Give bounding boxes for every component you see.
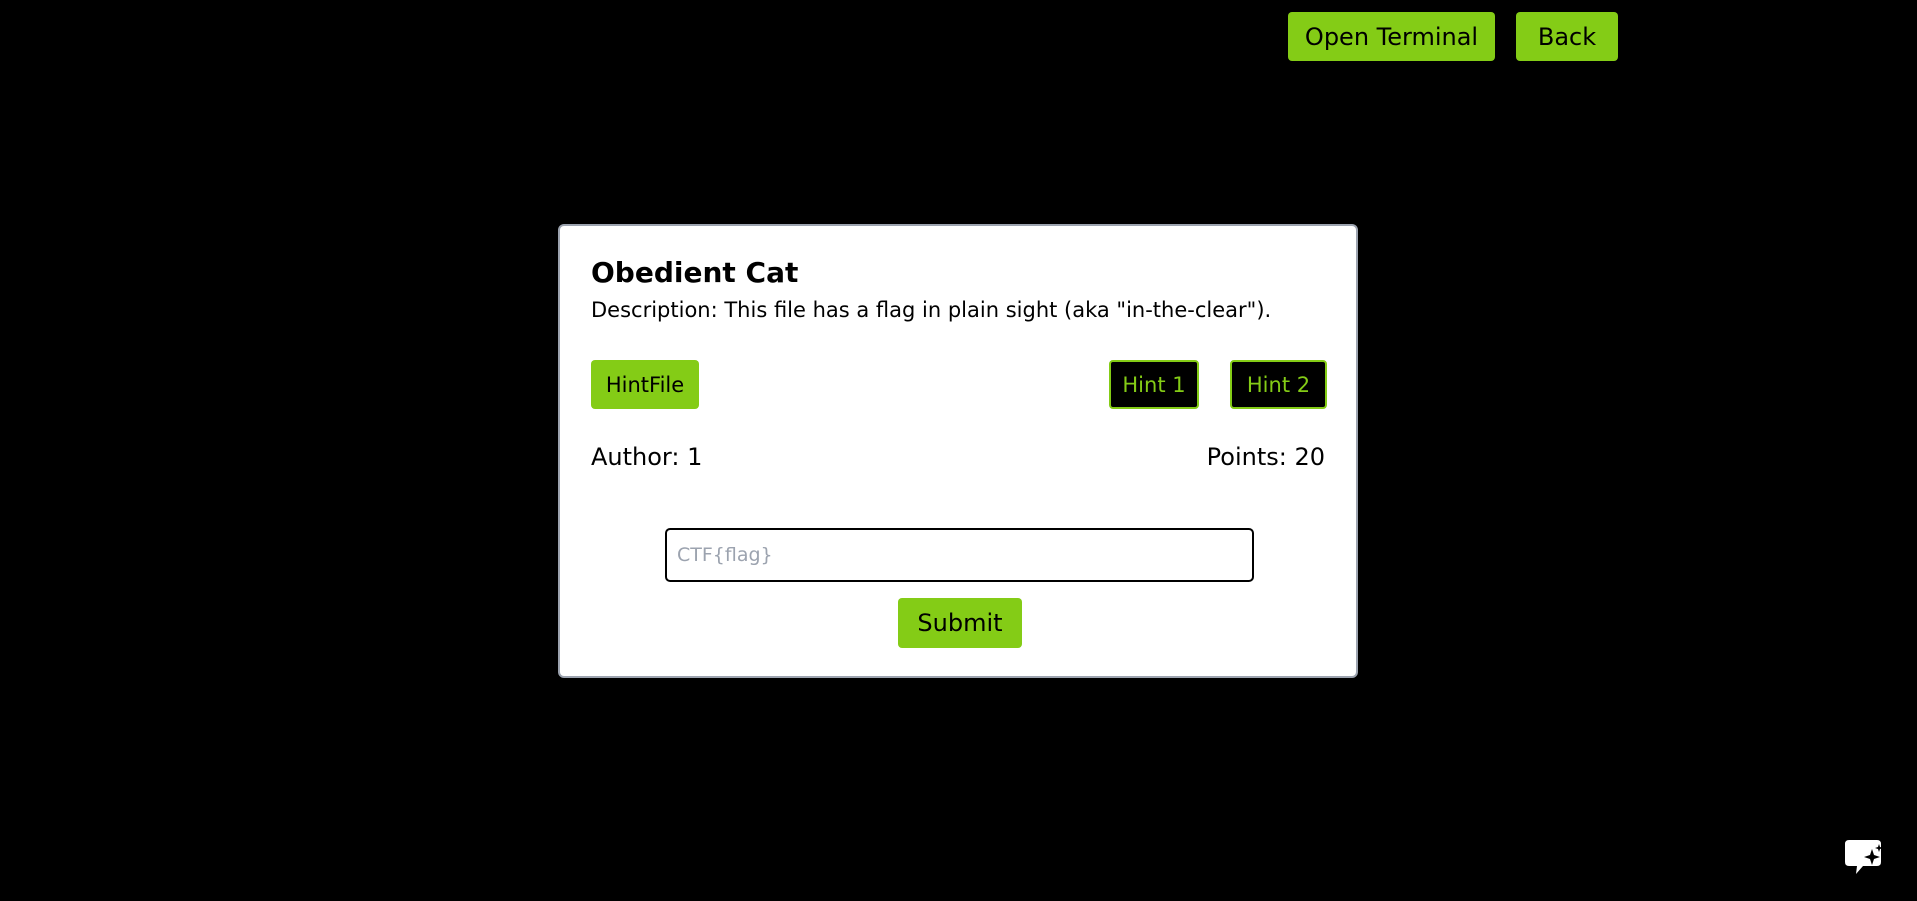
points-label: Points: 20 [1206, 443, 1325, 471]
challenge-title: Obedient Cat [591, 256, 799, 289]
page-root: Open Terminal Back Obedient Cat Descript… [0, 0, 1917, 901]
chat-sparkle-icon[interactable] [1843, 838, 1885, 878]
hint-2-button[interactable]: Hint 2 [1230, 360, 1327, 409]
challenge-description: Description: This file has a flag in pla… [591, 298, 1272, 322]
hint-1-button[interactable]: Hint 1 [1109, 360, 1199, 409]
back-button[interactable]: Back [1516, 12, 1618, 61]
author-label: Author: 1 [591, 443, 703, 471]
challenge-card: Obedient Cat Description: This file has … [558, 224, 1358, 678]
open-terminal-button[interactable]: Open Terminal [1288, 12, 1495, 61]
submit-button[interactable]: Submit [898, 598, 1022, 648]
hintfile-button[interactable]: HintFile [591, 360, 699, 409]
flag-input[interactable] [665, 528, 1254, 582]
